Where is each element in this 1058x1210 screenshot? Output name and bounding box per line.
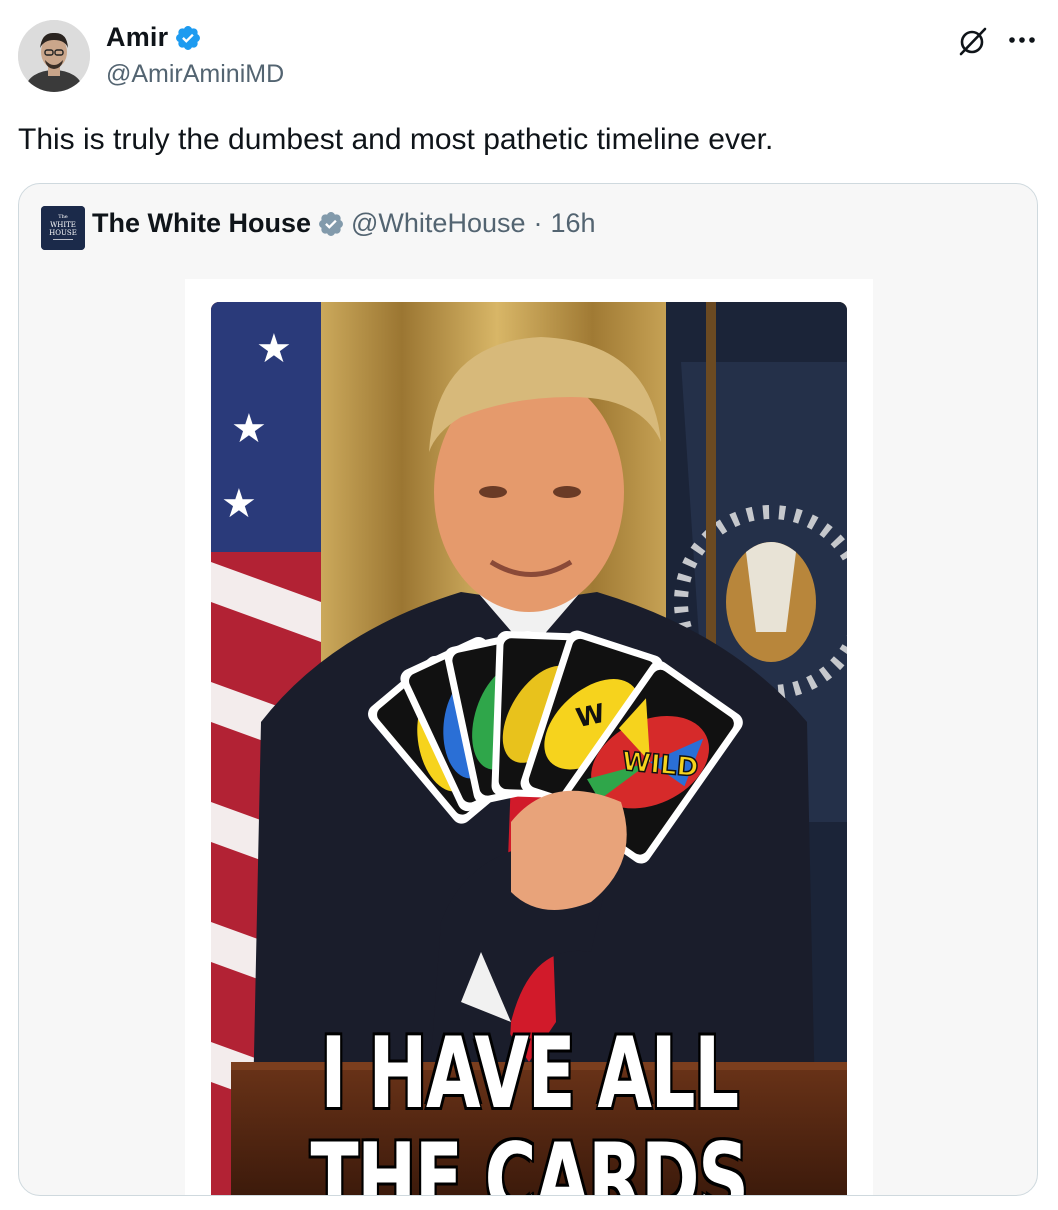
logo-text-white: WHITE [50, 221, 76, 229]
meme-image: ★ ★ ★ W WILD I HAVE ALL THE CARDS [211, 302, 847, 1196]
grok-icon[interactable] [956, 24, 990, 58]
quoted-author-handle[interactable]: @WhiteHouse [351, 208, 525, 239]
quoted-author-display-name[interactable]: The White House [92, 208, 311, 239]
author-display-name[interactable]: Amir [106, 22, 168, 53]
gray-verified-badge-icon[interactable] [317, 210, 345, 238]
meme-caption-line-1: I HAVE ALL [319, 1017, 740, 1131]
logo-text-house: HOUSE [49, 229, 77, 237]
meta-separator: · [533, 208, 543, 238]
quoted-tweet-media[interactable]: ★ ★ ★ W WILD I HAVE ALL THE CARDS [185, 279, 873, 1196]
white-house-logo-icon: The WHITE HOUSE [41, 206, 85, 250]
more-icon[interactable] [1005, 28, 1039, 52]
meme-caption-line-2: THE CARDS [309, 1123, 750, 1196]
tweet-text: This is truly the dumbest and most pathe… [18, 123, 774, 156]
svg-text:★: ★ [256, 326, 292, 372]
author-handle[interactable]: @AmirAminiMD [106, 60, 284, 89]
profile-photo [18, 20, 90, 92]
quoted-tweet-card[interactable]: The WHITE HOUSE The White House @WhiteHo… [18, 183, 1038, 1196]
author-avatar[interactable] [18, 20, 90, 92]
logo-text-the: The [58, 214, 68, 220]
verified-badge-icon[interactable] [174, 24, 202, 52]
quoted-tweet-timestamp[interactable]: 16h [551, 208, 596, 239]
svg-text:★: ★ [221, 481, 257, 527]
quoted-author-avatar[interactable]: The WHITE HOUSE [41, 206, 85, 250]
card-w-label: W [573, 699, 607, 734]
svg-text:★: ★ [231, 406, 267, 452]
